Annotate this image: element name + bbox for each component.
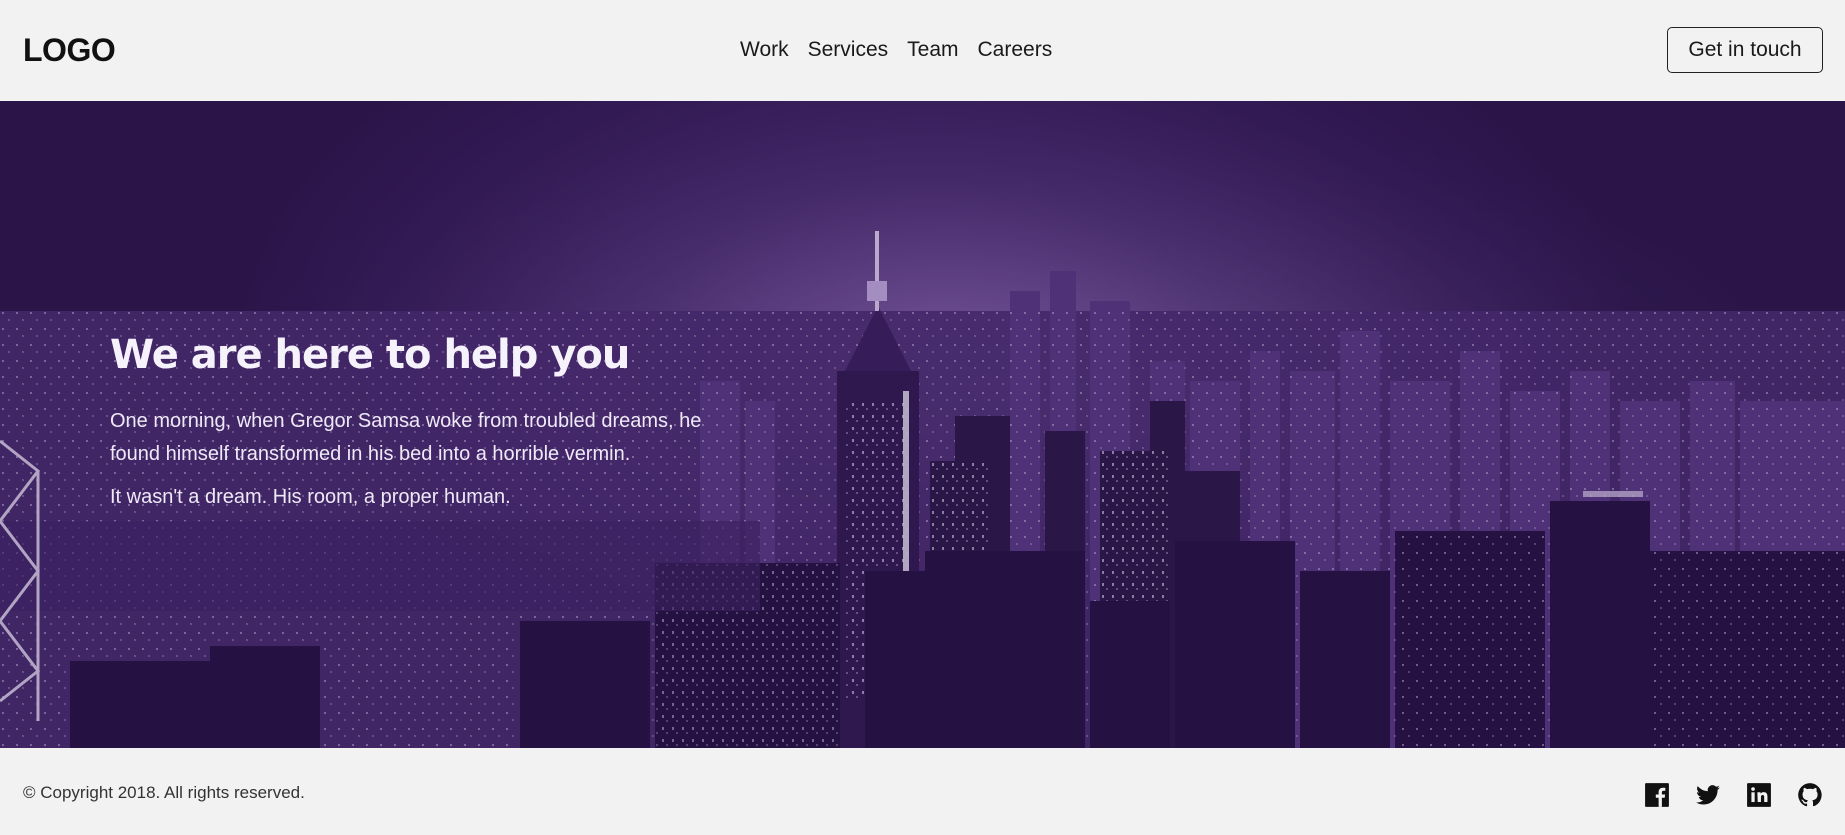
copyright-text: © Copyright 2018. All rights reserved. xyxy=(23,783,305,802)
github-icon[interactable] xyxy=(1797,782,1823,808)
site-header: LOGO Work Services Team Careers Get in t… xyxy=(0,0,1845,101)
main-nav: Work Services Team Careers xyxy=(740,36,1052,64)
social-links xyxy=(1644,782,1823,808)
get-in-touch-button[interactable]: Get in touch xyxy=(1667,27,1823,73)
facebook-icon[interactable] xyxy=(1644,782,1670,808)
nav-link-work[interactable]: Work xyxy=(740,36,789,64)
hero-paragraph-1: One morning, when Gregor Samsa woke from… xyxy=(110,410,702,465)
nav-link-careers[interactable]: Careers xyxy=(978,36,1053,64)
linkedin-icon[interactable] xyxy=(1746,782,1772,808)
nav-link-team[interactable]: Team xyxy=(907,36,958,64)
hero-paragraph-2: It wasn't a dream. His room, a proper hu… xyxy=(110,486,511,508)
hero-content: We are here to help you One morning, whe… xyxy=(110,329,750,514)
twitter-icon[interactable] xyxy=(1695,782,1721,808)
nav-link-services[interactable]: Services xyxy=(808,36,889,64)
hero-title: We are here to help you xyxy=(110,332,630,378)
logo[interactable]: LOGO xyxy=(23,30,116,70)
hero-section: We are here to help you One morning, whe… xyxy=(0,101,1845,748)
site-footer: © Copyright 2018. All rights reserved. xyxy=(0,748,1845,835)
